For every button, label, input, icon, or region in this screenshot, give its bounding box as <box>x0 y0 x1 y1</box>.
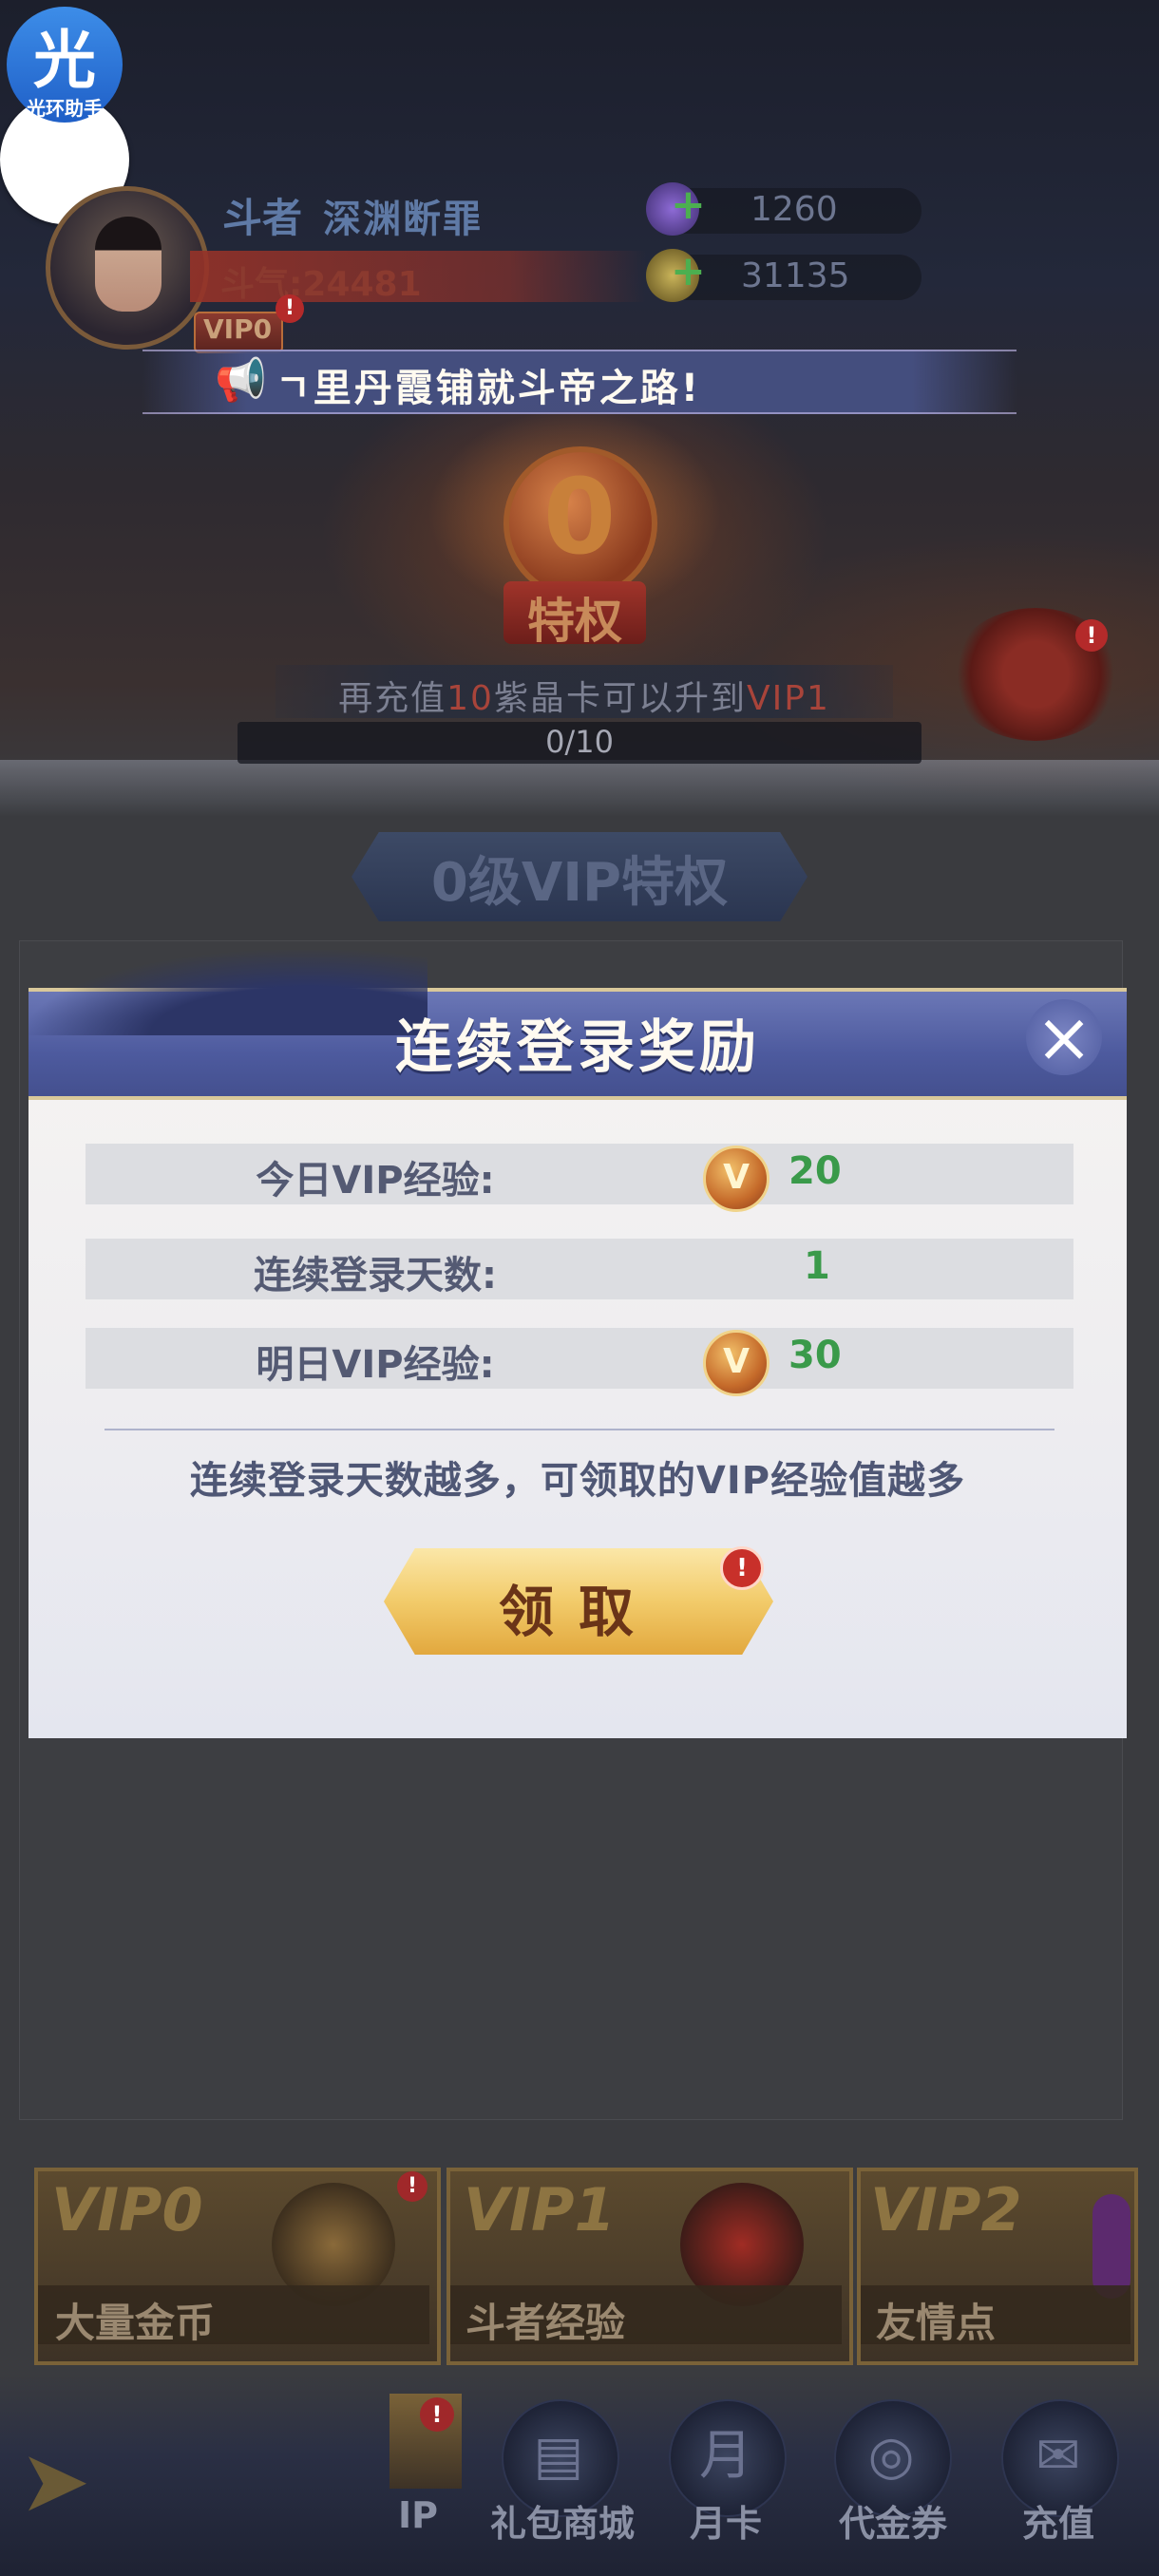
vip-exp-icon: V <box>703 1330 770 1396</box>
recharge-target: VIP1 <box>746 679 830 718</box>
vip-emblem-level: 0 <box>542 456 617 578</box>
recharge-amount: 10 <box>446 679 494 718</box>
tomorrow-exp-label: 明日VIP经验: <box>256 1343 495 1387</box>
vip-section-title: 0级VIP特权 <box>430 852 729 914</box>
horn-icon: 📢 <box>215 356 267 405</box>
vip-card-label: 友情点 <box>876 2300 997 2346</box>
vip-exp-icon: V <box>703 1146 770 1212</box>
back-arrow-icon[interactable]: ➤ <box>19 2432 90 2531</box>
nav-month-card-label[interactable]: 月卡 <box>669 2494 783 2547</box>
gift-alert-badge: ! <box>1075 619 1108 652</box>
player-rank: 斗者 <box>222 195 303 241</box>
helper-badge-glyph: 光 <box>33 24 96 97</box>
purple-orb-icon <box>1092 2194 1130 2299</box>
login-days-value: 1 <box>804 1244 830 1288</box>
today-exp-label: 今日VIP经验: <box>256 1159 495 1203</box>
nav-vip-label[interactable]: IP <box>380 2494 456 2536</box>
modal-hint: 连续登录天数越多，可领取的VIP经验值越多 <box>189 1459 966 1503</box>
modal-divider <box>104 1429 1054 1430</box>
recharge-hint: 再充值10紫晶卡可以升到VIP1 <box>276 671 893 720</box>
close-icon[interactable]: × <box>1026 999 1102 1075</box>
announcement-text: ㄱ里丹霞铺就斗帝之路! <box>276 367 702 410</box>
coin-amount: 31135 <box>741 256 850 295</box>
vip-card-label: 斗者经验 <box>466 2300 626 2346</box>
helper-badge-label: 光环助手 <box>27 97 103 120</box>
player-power: 斗气:24481 <box>220 265 422 304</box>
plus-icon[interactable]: + <box>671 247 706 295</box>
nav-recharge-label[interactable]: 充值 <box>1001 2494 1115 2547</box>
vip-card-alert-badge: ! <box>397 2171 428 2202</box>
avatar-portrait <box>95 217 162 312</box>
modal-title: 连续登录奖励 <box>395 1014 760 1081</box>
nav-voucher-label[interactable]: 代金券 <box>817 2494 969 2547</box>
vip-tag-label: VIP0 <box>203 313 273 345</box>
crystal-amount: 1260 <box>750 190 838 229</box>
today-exp-value: 20 <box>788 1149 842 1193</box>
recharge-prefix: 再充值 <box>338 679 447 718</box>
vip-progress-text: 0/10 <box>545 724 614 760</box>
vip-card-label: 大量金币 <box>55 2300 216 2346</box>
plus-icon[interactable]: + <box>671 180 706 229</box>
tomorrow-exp-value: 30 <box>788 1334 842 1377</box>
claim-alert-badge: ! <box>720 1546 764 1590</box>
claim-button-label[interactable]: 领取 <box>384 1567 773 1647</box>
vip-card-title: VIP2 <box>870 2175 1022 2245</box>
recharge-middle: 紫晶卡可以升到 <box>493 679 747 718</box>
vip-tag-alert-badge: ! <box>276 294 304 323</box>
vip-emblem-label: 特权 <box>527 594 622 649</box>
nav-vip-alert-badge: ! <box>420 2397 454 2432</box>
vip-card-title: VIP0 <box>51 2175 203 2245</box>
player-name: 深渊断罪 <box>323 198 483 241</box>
vip-card-title: VIP1 <box>464 2175 616 2245</box>
wave-divider <box>0 760 1159 817</box>
nav-gift-shop-label[interactable]: 礼包商城 <box>477 2494 648 2547</box>
login-days-label: 连续登录天数: <box>254 1254 497 1297</box>
